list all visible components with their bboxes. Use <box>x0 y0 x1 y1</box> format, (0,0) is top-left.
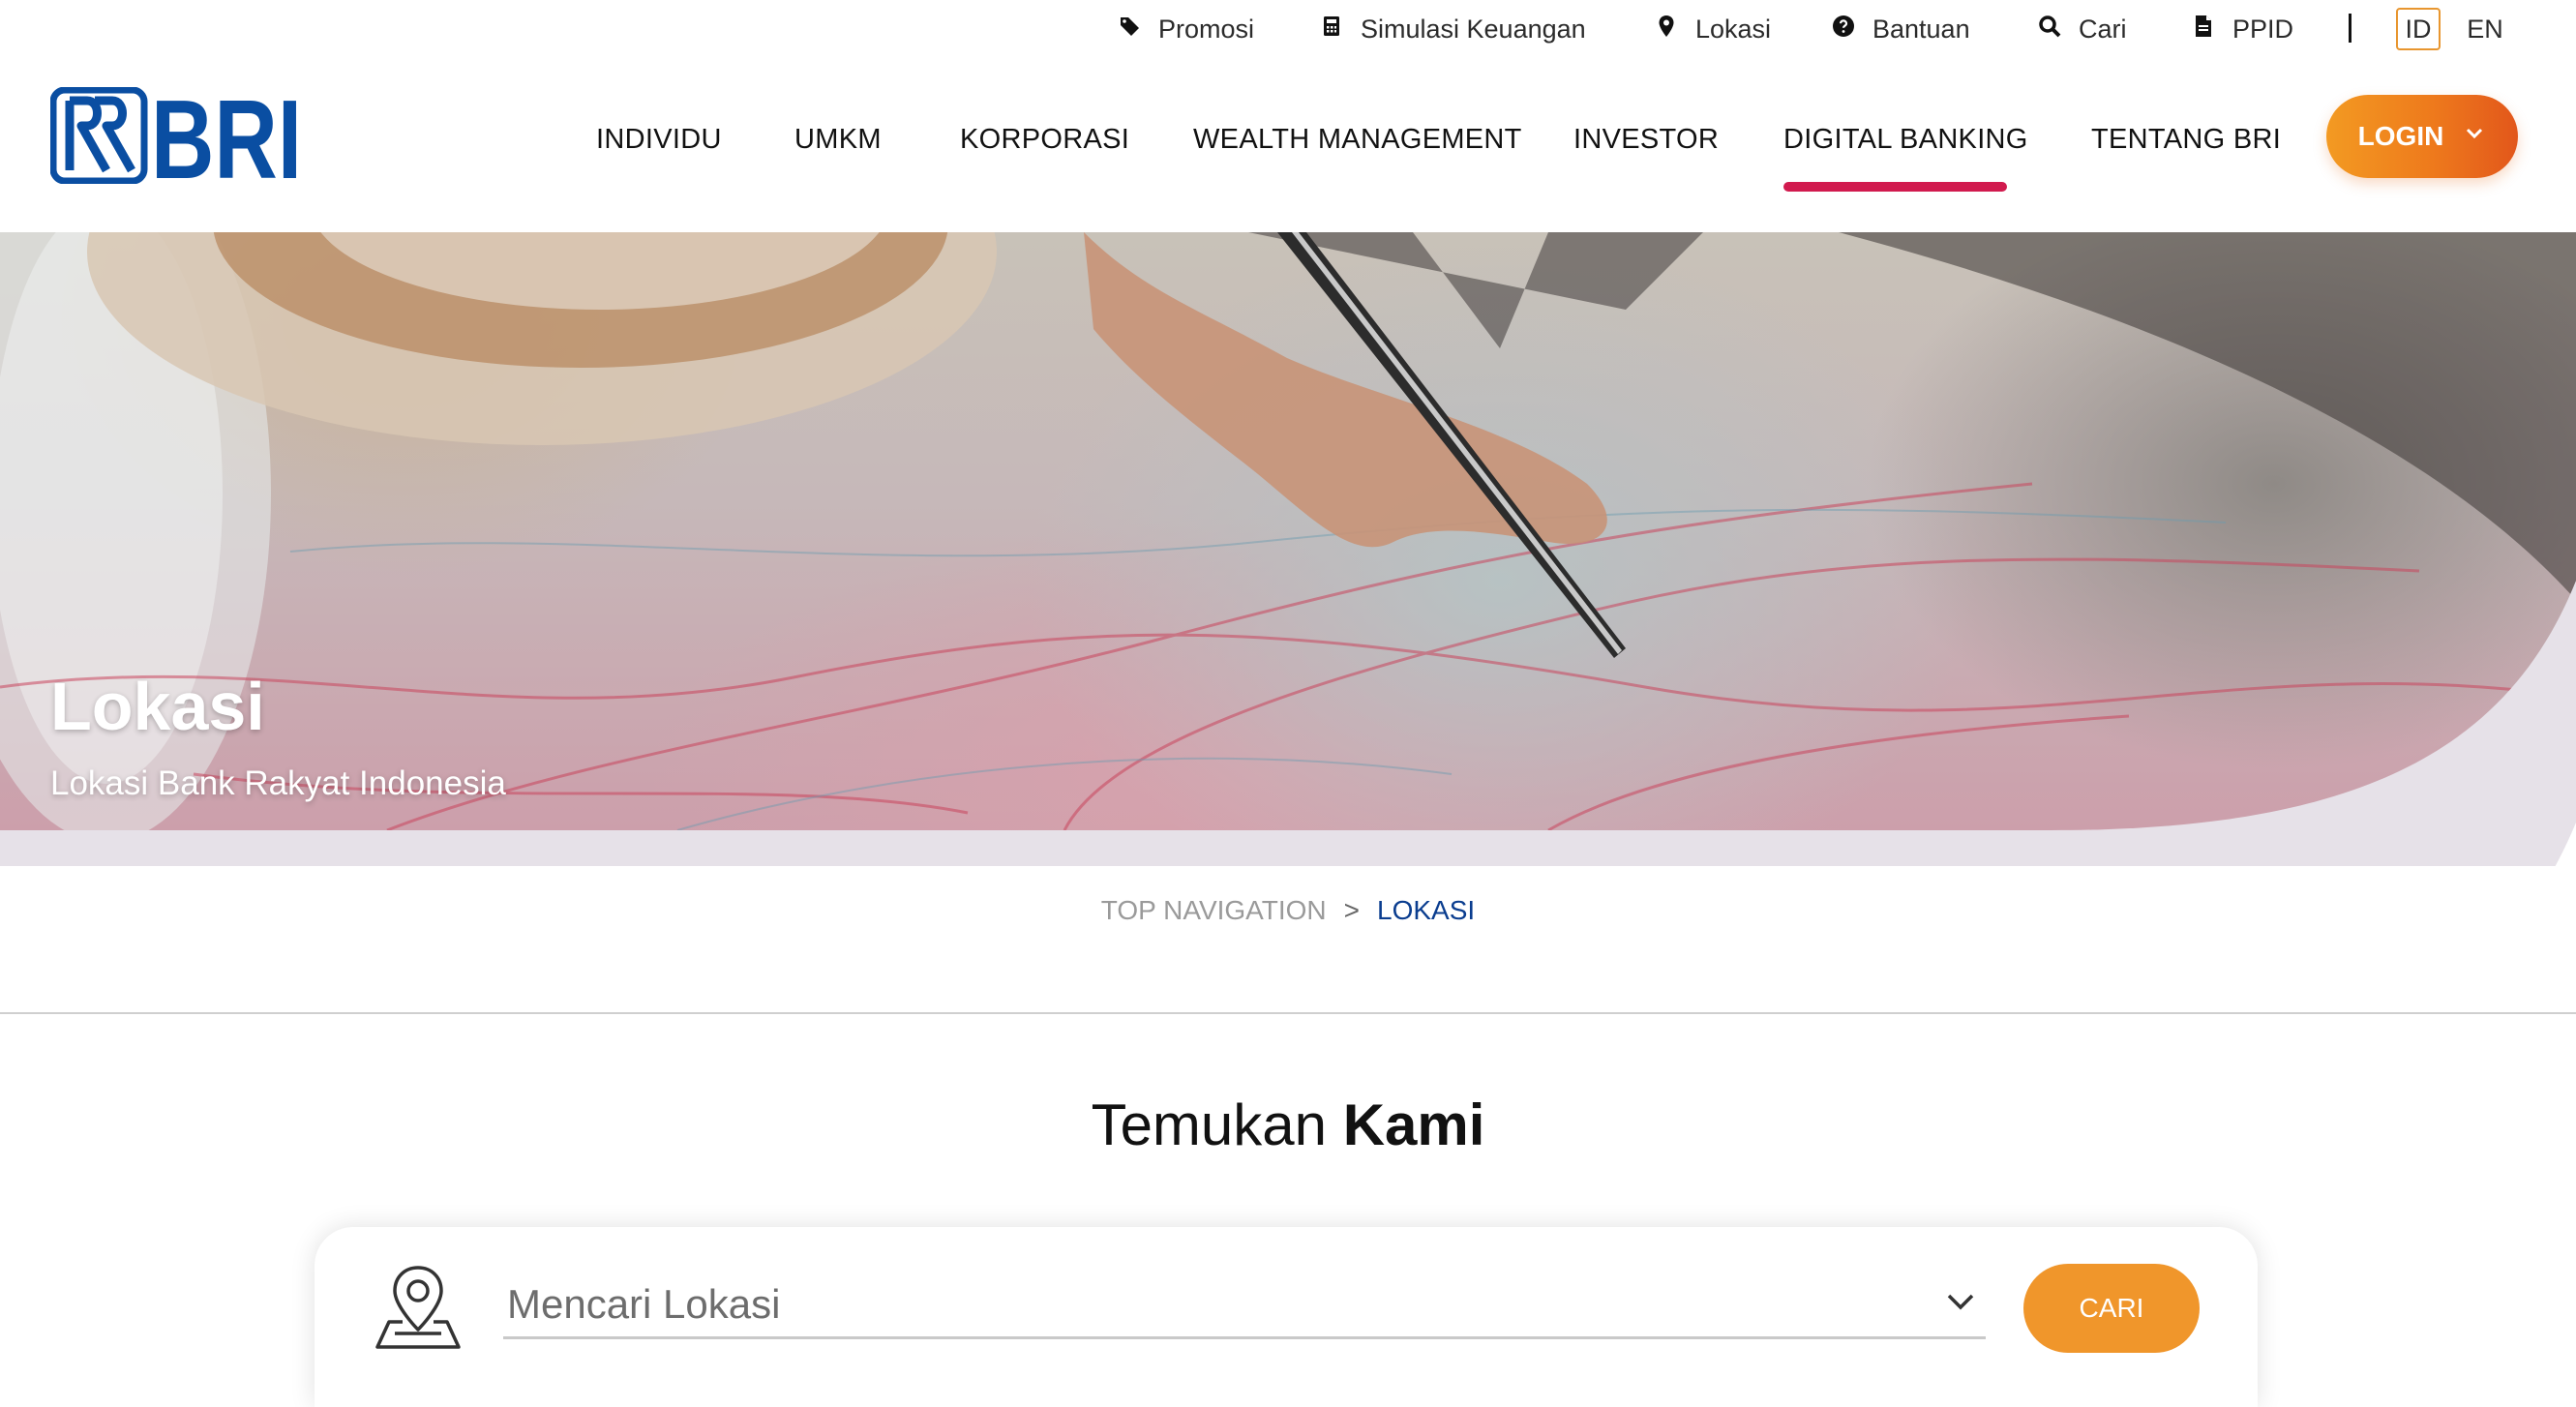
chevron-down-icon <box>2463 121 2486 152</box>
hero-photo-illustration <box>0 232 2576 830</box>
util-bantuan-link[interactable]: Bantuan <box>1832 14 1970 45</box>
util-lokasi-link[interactable]: Lokasi <box>1655 14 1771 45</box>
page: Promosi Simulasi Keuangan Lokasi Bantuan… <box>0 0 2576 1407</box>
cari-button[interactable]: CARI <box>2023 1264 2200 1353</box>
util-simulasi-link[interactable]: Simulasi Keuangan <box>1320 14 1586 45</box>
util-lokasi-label: Lokasi <box>1695 14 1772 44</box>
login-button[interactable]: LOGIN <box>2326 95 2518 178</box>
util-ppid-label: PPID <box>2232 14 2294 44</box>
search-icon <box>2038 15 2061 45</box>
language-en-button[interactable]: EN <box>2460 8 2510 50</box>
breadcrumb-separator: > <box>1343 895 1361 925</box>
nav-individu[interactable]: INDIVIDU <box>596 124 722 163</box>
calculator-icon <box>1320 15 1343 45</box>
chevron-down-icon <box>1941 1282 1986 1326</box>
util-bantuan-label: Bantuan <box>1872 14 1970 44</box>
hero-banner: Lokasi Lokasi Bank Rakyat Indonesia <box>0 232 2576 830</box>
util-simulasi-label: Simulasi Keuangan <box>1361 14 1586 44</box>
tag-icon <box>1118 15 1141 45</box>
logo-wordmark: BRI <box>151 87 302 184</box>
nav-tentang-bri[interactable]: TENTANG BRI <box>2091 124 2281 163</box>
section-divider <box>0 1012 2576 1014</box>
map-pin-icon <box>1655 15 1678 45</box>
utility-bar: Promosi Simulasi Keuangan Lokasi Bantuan… <box>0 0 2576 60</box>
nav-digital-banking[interactable]: DIGITAL BANKING <box>1783 124 2028 163</box>
util-promosi-link[interactable]: Promosi <box>1118 14 1254 45</box>
hero-title: Lokasi <box>50 669 265 744</box>
nav-korporasi[interactable]: KORPORASI <box>960 124 1129 163</box>
util-cari-link[interactable]: Cari <box>2038 14 2127 45</box>
hero-subtitle: Lokasi Bank Rakyat Indonesia <box>50 764 506 802</box>
nav-wealth-management[interactable]: WEALTH MANAGEMENT <box>1193 124 1522 163</box>
nav-active-indicator <box>1783 182 2007 192</box>
location-search-placeholder: Mencari Lokasi <box>507 1280 781 1327</box>
util-ppid-link[interactable]: PPID <box>2192 14 2293 45</box>
document-icon <box>2192 15 2215 45</box>
map-location-icon <box>374 1264 463 1351</box>
breadcrumb-top-navigation[interactable]: TOP NAVIGATION <box>1101 895 1327 926</box>
language-id-button[interactable]: ID <box>2396 8 2441 50</box>
util-cari-label: Cari <box>2079 14 2127 44</box>
section-title-bold: Kami <box>1342 1093 1485 1157</box>
section-title: Temukan Kami <box>0 1092 2576 1158</box>
nav-umkm[interactable]: UMKM <box>794 124 882 163</box>
help-circle-icon <box>1832 15 1855 45</box>
nav-investor[interactable]: INVESTOR <box>1573 124 1719 163</box>
breadcrumb-lokasi[interactable]: LOKASI <box>1377 895 1475 926</box>
util-promosi-label: Promosi <box>1158 14 1255 44</box>
location-search-select[interactable]: Mencari Lokasi <box>503 1272 1986 1339</box>
utility-separator <box>2349 14 2351 43</box>
section-title-regular: Temukan <box>1091 1093 1343 1157</box>
breadcrumb: TOP NAVIGATION > LOKASI <box>0 895 2576 926</box>
bri-logo[interactable]: BRI <box>49 76 304 202</box>
login-label: LOGIN <box>2357 121 2444 151</box>
